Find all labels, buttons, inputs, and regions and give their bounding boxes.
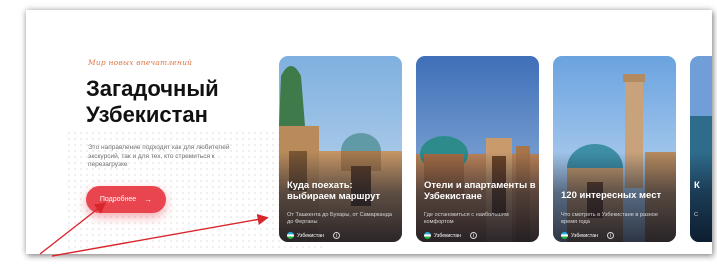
hero-tagline: Мир новых впечатлений [88,58,193,67]
page-screenshot: Мир новых впечатлений Загадочный Узбекис… [26,10,712,254]
card-subtitle: С [694,212,699,218]
uzbekistan-flag-icon [424,232,431,239]
uzbekistan-flag-icon [561,232,568,239]
card-tag-label: Узбекистан [297,232,324,239]
card-title: Отели и апартаменты в Узбекистане [424,180,536,202]
info-icon[interactable]: i [332,232,340,239]
card-title: Куда поехать: выбираем маршрут [287,180,381,202]
card-subtitle: Где остановиться с наибольшим комфортом [424,212,509,225]
card-places[interactable]: 120 интересных мест Что смотреть в Узбек… [553,56,676,242]
card-tag: Узбекистан i [287,232,340,239]
card-title: 120 интересных мест [561,190,662,201]
arrow-right-icon: → [144,195,153,204]
hero-title: Загадочный Узбекистан [86,76,219,127]
card-subtitle: Что смотреть в Узбекистане в разное врем… [561,212,658,225]
card-route[interactable]: Куда поехать: выбираем маршрут От Ташкен… [279,56,402,242]
uzbekistan-flag-icon [287,232,294,239]
card-tag-label: Узбекистан [571,232,598,239]
card-hotels[interactable]: Отели и апартаменты в Узбекистане Где ос… [416,56,539,242]
card-tag: Узбекистан i [424,232,477,239]
info-icon[interactable]: i [606,232,614,239]
more-button[interactable]: Подробнее → [86,186,166,213]
card-tag-label: Узбекистан [434,232,461,239]
card-title: К [694,180,700,191]
more-button-label: Подробнее [99,196,137,203]
info-icon[interactable]: i [469,232,477,239]
card-subtitle: От Ташкента до Бухары, от Самарканда до … [287,212,392,225]
card-partial[interactable]: К С [690,56,712,242]
hero-description: Это направление подходит как для любител… [88,144,230,168]
card-tag: Узбекистан i [561,232,614,239]
